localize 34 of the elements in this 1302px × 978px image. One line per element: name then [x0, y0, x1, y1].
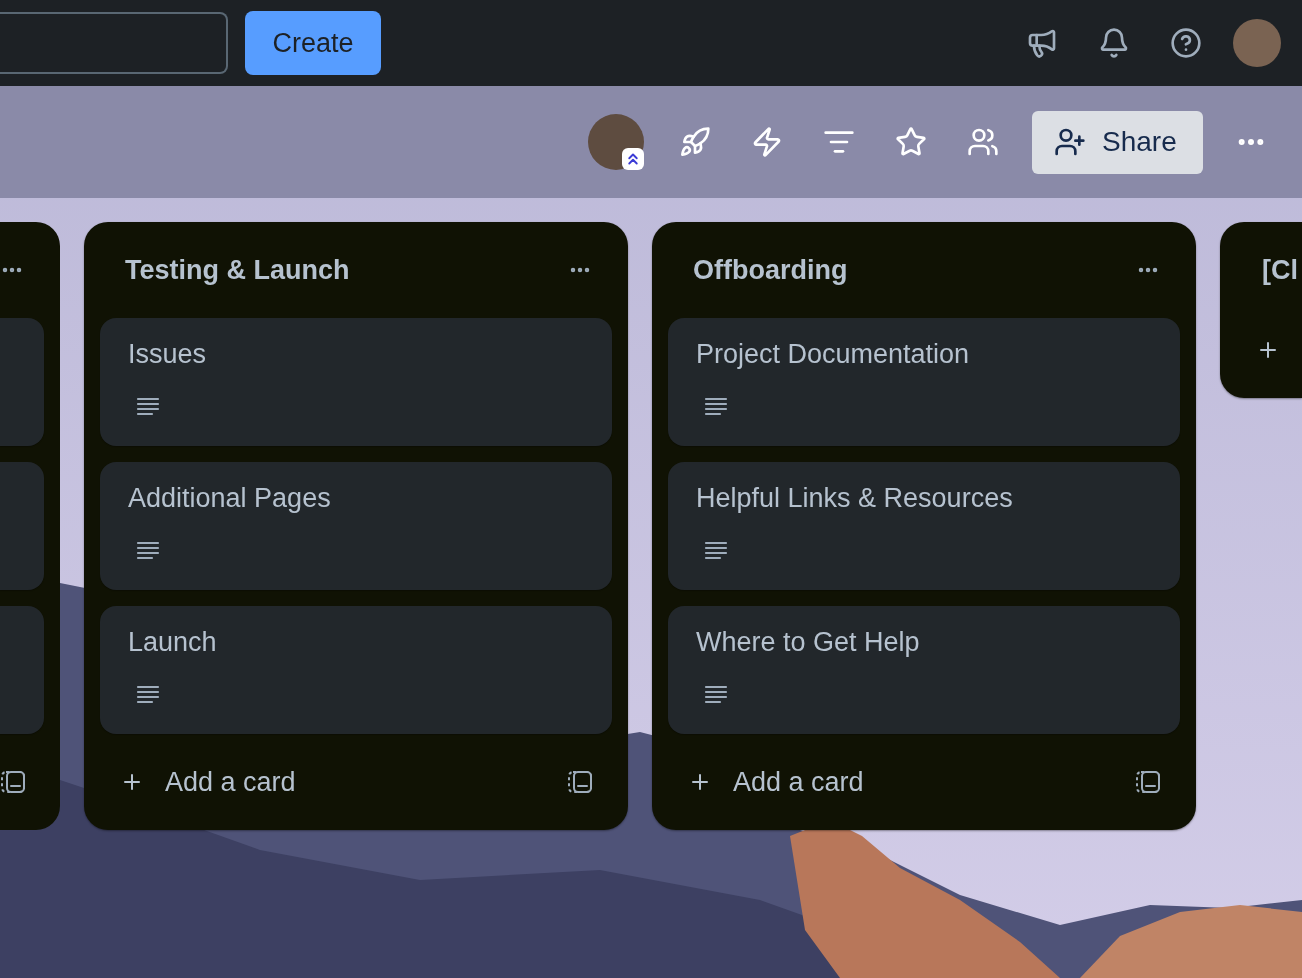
list-card[interactable]: Project Documentation — [668, 318, 1180, 446]
lightning-icon[interactable] — [751, 126, 783, 158]
template-icon[interactable] — [1, 770, 25, 794]
list-title[interactable]: Offboarding — [693, 249, 848, 291]
list-title[interactable]: [Cl — [1262, 249, 1298, 291]
share-button[interactable]: Share — [1032, 110, 1203, 174]
list-card[interactable]: Helpful Links & Resources — [668, 462, 1180, 590]
add-person-icon — [1054, 126, 1086, 158]
member-avatar[interactable] — [588, 114, 644, 170]
template-icon[interactable] — [568, 770, 592, 794]
add-card-button[interactable]: Add a card — [688, 761, 864, 803]
search-field[interactable] — [0, 12, 228, 74]
list-card[interactable]: Issues — [100, 318, 612, 446]
user-avatar[interactable] — [1233, 19, 1281, 67]
list-card[interactable]: Launch — [100, 606, 612, 734]
list-card[interactable]: Additional Pages — [100, 462, 612, 590]
card-title: Project Documentation — [696, 338, 971, 370]
card-title: Issues — [128, 338, 208, 370]
create-button[interactable]: Create — [245, 11, 381, 75]
notifications-icon[interactable] — [1098, 27, 1130, 59]
card-title: Helpful Links & Resources — [696, 482, 1014, 514]
template-icon[interactable] — [1136, 770, 1160, 794]
rocket-icon[interactable] — [679, 126, 711, 158]
star-icon[interactable] — [895, 126, 927, 158]
card-title: Where to Get Help — [696, 626, 921, 658]
list-title[interactable]: Testing & Launch — [125, 249, 350, 291]
add-card-button[interactable]: Add a card — [120, 761, 296, 803]
list-card[interactable]: Where to Get Help — [668, 606, 1180, 734]
admin-badge-icon — [622, 148, 644, 170]
card-title: Additional Pages — [128, 482, 332, 514]
people-icon[interactable] — [967, 126, 999, 158]
help-icon[interactable] — [1170, 27, 1202, 59]
megaphone-icon[interactable] — [1026, 27, 1058, 59]
card-title: Launch — [128, 626, 218, 658]
